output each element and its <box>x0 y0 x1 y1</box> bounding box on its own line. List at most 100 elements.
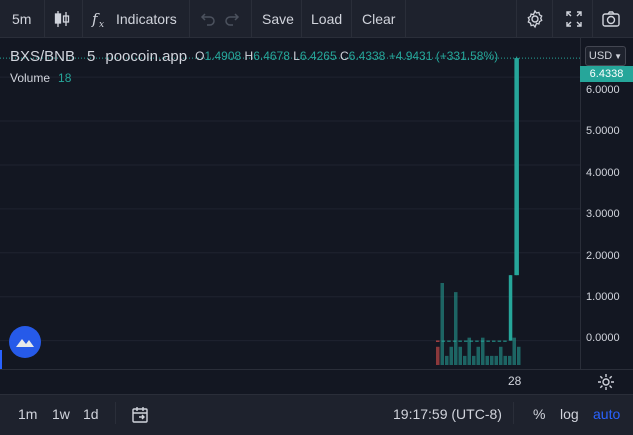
tradingview-logo-icon[interactable] <box>9 326 41 358</box>
redo-icon[interactable] <box>223 9 243 29</box>
price-tick-label: 1.0000 <box>586 291 620 303</box>
save-button[interactable]: Save <box>262 0 294 38</box>
undo-icon[interactable] <box>197 9 217 29</box>
volume-bar <box>517 346 521 365</box>
volume-legend: Volume 18 <box>10 71 71 85</box>
toolbar-divider <box>552 0 553 38</box>
volume-bar <box>472 355 476 365</box>
legend-close: 6.4338 <box>348 49 386 63</box>
volume-bar <box>494 355 498 365</box>
volume-bar <box>476 346 480 365</box>
range-1w-button[interactable]: 1w <box>52 406 70 422</box>
indicators-fx-icon[interactable]: fx <box>90 9 110 29</box>
toolbar-divider <box>592 0 593 38</box>
date-range-calendar-icon[interactable] <box>130 405 148 423</box>
candle-body <box>514 58 519 276</box>
volume-bar <box>481 337 485 365</box>
volume-bar <box>463 355 467 365</box>
load-button[interactable]: Load <box>311 0 342 38</box>
svg-text:x: x <box>99 20 104 29</box>
time-tick-label: 28 <box>508 374 522 388</box>
toolbar-divider <box>251 0 252 38</box>
volume-bar <box>508 355 512 365</box>
toolbar-divider <box>405 0 406 38</box>
legend-open: 1.4908 <box>204 49 242 63</box>
indicators-button[interactable]: Indicators <box>116 0 177 38</box>
legend-low: 6.4265 <box>299 49 337 63</box>
volume-bar <box>445 355 449 365</box>
volume-bar <box>490 355 494 365</box>
candle-body <box>464 340 468 342</box>
price-tick-label: 2.0000 <box>586 250 620 262</box>
clear-button[interactable]: Clear <box>362 0 395 38</box>
candlestick-chart-type-icon[interactable] <box>52 9 72 29</box>
legend-symbol[interactable]: BXS/BNB <box>10 48 75 65</box>
auto-scale-button[interactable]: auto <box>593 406 620 422</box>
price-tick-label: 3.0000 <box>586 208 620 220</box>
chart-legend: BXS/BNB 5 poocoin.app O1.4908 H6.4678 L6… <box>10 47 498 65</box>
volume-value: 18 <box>58 71 72 85</box>
candle-body <box>452 340 457 342</box>
volume-bar <box>467 337 471 365</box>
toolbar-divider <box>44 0 45 38</box>
volume-bar <box>512 337 516 365</box>
percent-scale-button[interactable]: % <box>533 406 545 422</box>
legend-high-key: H <box>244 49 254 63</box>
bottom-divider <box>115 402 116 424</box>
fullscreen-icon[interactable] <box>564 9 584 29</box>
price-tick-label: 0.0000 <box>586 332 620 344</box>
candle-body <box>469 340 474 342</box>
volume-bar <box>499 346 503 365</box>
clock-timezone[interactable]: 19:17:59 (UTC-8) <box>393 406 502 422</box>
volume-bar <box>449 346 453 365</box>
volume-bar <box>440 283 444 365</box>
last-price-label: 6.4338 <box>580 66 633 82</box>
legend-source: poocoin.app <box>105 47 188 65</box>
candle-body <box>447 340 451 342</box>
scale-settings-gear-icon[interactable] <box>596 372 614 390</box>
volume-bar <box>454 292 458 365</box>
candle-body <box>503 340 507 342</box>
toolbar-divider <box>82 0 83 38</box>
interval-button[interactable]: 5m <box>12 0 31 38</box>
candle-body <box>441 340 446 342</box>
price-chart[interactable] <box>0 38 580 369</box>
candle-body <box>436 340 440 342</box>
toolbar-divider <box>301 0 302 38</box>
bottom-divider <box>513 402 514 424</box>
toolbar-divider <box>351 0 352 38</box>
candle-body <box>475 340 479 342</box>
volume-bar <box>458 346 462 365</box>
pane-marker <box>0 350 2 370</box>
volume-bar <box>503 355 507 365</box>
currency-select[interactable]: USD ▼ <box>585 46 626 66</box>
log-scale-button[interactable]: log <box>560 406 579 422</box>
volume-bar <box>485 355 489 365</box>
volume-bar <box>436 346 440 365</box>
candle-body <box>480 340 485 342</box>
legend-change: +4.9431 (+331.58%) <box>388 49 499 63</box>
candle-body <box>486 340 490 342</box>
toolbar-divider <box>516 0 517 38</box>
candle-body <box>497 340 502 342</box>
toolbar-divider <box>189 0 190 38</box>
legend-high: 6.4678 <box>253 49 290 63</box>
range-1m-button[interactable]: 1m <box>18 406 37 422</box>
candle-body <box>458 340 462 342</box>
camera-screenshot-icon[interactable] <box>601 9 621 29</box>
price-tick-label: 5.0000 <box>586 125 620 137</box>
chevron-down-icon: ▼ <box>614 51 623 61</box>
candle-body <box>508 275 513 341</box>
volume-label: Volume <box>10 71 51 85</box>
settings-gear-icon[interactable] <box>525 9 545 29</box>
candle-body <box>492 340 496 342</box>
price-tick-label: 6.0000 <box>586 84 620 96</box>
legend-interval: 5 <box>87 47 96 65</box>
legend-low-key: L <box>293 49 300 63</box>
range-1d-button[interactable]: 1d <box>83 406 99 422</box>
price-tick-label: 4.0000 <box>586 167 620 179</box>
legend-ohlc: O1.4908 H6.4678 L6.4265 C6.4338 +4.9431 … <box>195 49 498 63</box>
currency-label: USD <box>588 50 613 62</box>
time-axis[interactable] <box>0 369 633 393</box>
legend-close-key: C <box>339 49 349 63</box>
